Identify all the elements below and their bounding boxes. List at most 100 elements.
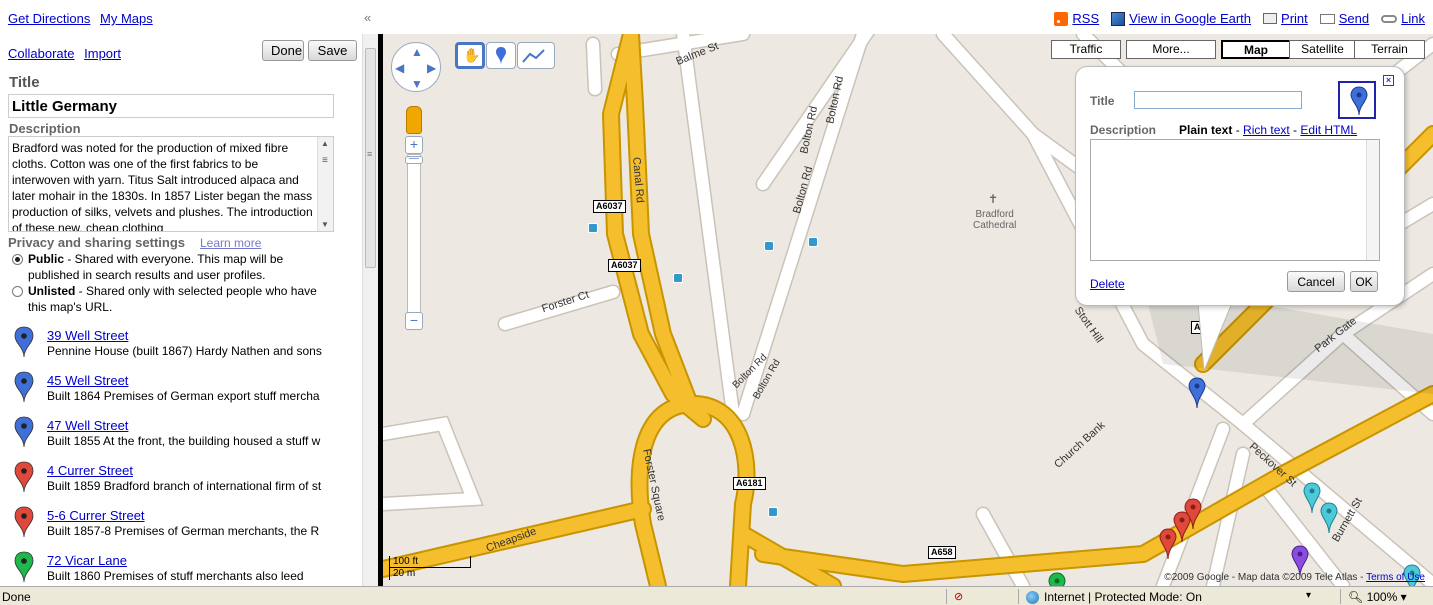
map-type-terrain-button[interactable]: Terrain: [1354, 40, 1425, 59]
edit-html-link[interactable]: Edit HTML: [1300, 123, 1357, 137]
collaborate-link[interactable]: Collaborate: [8, 46, 75, 61]
delete-link[interactable]: Delete: [1090, 277, 1125, 291]
google-earth-item[interactable]: View in Google Earth: [1111, 11, 1251, 26]
zoom-slider-thumb[interactable]: —: [405, 154, 423, 164]
placemark-description: Built 1855 At the front, the building ho…: [47, 434, 321, 448]
unlisted-option[interactable]: Unlisted - Shared only with selected peo…: [12, 283, 332, 315]
pan-left-icon[interactable]: ◀: [395, 61, 404, 75]
print-item[interactable]: Print: [1263, 11, 1308, 26]
collapse-panel-icon[interactable]: «: [364, 10, 378, 26]
traffic-button[interactable]: Traffic: [1051, 40, 1121, 59]
map-pin-cyan[interactable]: [1303, 482, 1321, 514]
placemark-name-link[interactable]: 5-6 Currer Street: [47, 508, 145, 523]
view-in-google-earth-link[interactable]: View in Google Earth: [1129, 11, 1251, 26]
public-option[interactable]: Public - Shared with everyone. This map …: [12, 251, 332, 283]
top-left-links: Get Directions My Maps: [8, 11, 159, 26]
road-shield-a6181: A6181: [733, 477, 766, 490]
print-link[interactable]: Print: [1281, 11, 1308, 26]
line-tool-button[interactable]: [517, 42, 555, 69]
unlisted-radio[interactable]: [12, 286, 23, 297]
placemark-tool-button[interactable]: [486, 42, 516, 69]
bus-stop-icon[interactable]: [768, 507, 778, 517]
placemark-name-link[interactable]: 4 Currer Street: [47, 463, 133, 478]
public-title: Public: [28, 252, 65, 266]
printer-icon: [1263, 13, 1278, 24]
more-button[interactable]: More...: [1126, 40, 1216, 59]
placemark-icon: [496, 47, 506, 65]
protected-mode-dropdown-icon[interactable]: ▾: [1306, 590, 1311, 601]
bus-stop-icon[interactable]: [764, 241, 774, 251]
placemark-description: Built 1860 Premises of stuff merchants a…: [47, 569, 304, 583]
get-directions-link[interactable]: Get Directions: [8, 11, 90, 26]
popup-title-input[interactable]: [1134, 91, 1302, 109]
map-description-textarea[interactable]: Bradford was noted for the production of…: [8, 136, 334, 232]
done-button[interactable]: Done: [262, 40, 304, 61]
collab-row: Collaborate Import: [8, 46, 127, 61]
rss-link[interactable]: RSS: [1072, 11, 1099, 26]
popup-description-label: Description: [1090, 123, 1157, 137]
bus-stop-icon[interactable]: [673, 273, 683, 283]
placemark-name-link[interactable]: 72 Vicar Lane: [47, 553, 127, 568]
placemark-list-item[interactable]: 72 Vicar Lane Built 1860 Premises of stuf…: [10, 549, 345, 586]
map-title-input[interactable]: [8, 94, 334, 118]
close-icon[interactable]: ×: [1383, 75, 1394, 86]
map-title-label: Title: [9, 74, 40, 91]
panel-scrollbar[interactable]: [362, 34, 378, 586]
bus-stop-icon[interactable]: [808, 237, 818, 247]
street-view-pegman-icon[interactable]: [406, 106, 422, 134]
panel-scroll-thumb[interactable]: [365, 48, 376, 268]
placemark-name-link[interactable]: 39 Well Street: [47, 328, 128, 343]
popup-blocked-icon[interactable]: ⊘: [954, 590, 963, 603]
save-button[interactable]: Save: [308, 40, 357, 61]
zoom-level[interactable]: 🔍︎ 100% ▾: [1348, 590, 1407, 604]
link-item[interactable]: Link: [1381, 11, 1425, 26]
scroll-up-icon[interactable]: ▲: [321, 139, 329, 148]
globe-icon: [1026, 590, 1039, 604]
map-pin-cyan[interactable]: [1320, 502, 1338, 534]
security-zone[interactable]: Internet | Protected Mode: On: [1026, 590, 1202, 604]
placemark-name-link[interactable]: 47 Well Street: [47, 418, 128, 433]
bus-stop-icon[interactable]: [588, 223, 598, 233]
scroll-down-icon[interactable]: ▼: [321, 220, 329, 229]
hand-tool-button[interactable]: ✋: [455, 42, 485, 69]
placemark-list-item[interactable]: 39 Well Street Pennine House (built 1867)…: [10, 324, 345, 368]
placemark-list-item[interactable]: 47 Well Street Built 1855 At the front, t…: [10, 414, 345, 458]
map-pin-red[interactable]: [1159, 528, 1177, 560]
placemark-list-item[interactable]: 4 Currer Street Built 1859 Bradford branc…: [10, 459, 345, 503]
security-zone-text: Internet | Protected Mode: On: [1044, 590, 1202, 604]
popup-description-textarea[interactable]: [1090, 139, 1380, 261]
pan-control[interactable]: ▲ ▼ ◀ ▶: [391, 42, 441, 92]
map-type-map-button[interactable]: Map: [1221, 40, 1291, 59]
zoom-out-icon[interactable]: −: [405, 312, 423, 330]
description-scrollbar[interactable]: ▲ ≡ ▼: [317, 137, 333, 231]
zoom-in-icon[interactable]: +: [405, 136, 423, 154]
public-radio[interactable]: [12, 254, 23, 265]
placemark-list-item[interactable]: 45 Well Street Built 1864 Premises of Ger…: [10, 369, 345, 413]
placemark-icon-picker[interactable]: [1338, 81, 1376, 119]
my-maps-link[interactable]: My Maps: [100, 11, 153, 26]
terms-of-use-link[interactable]: Terms of Use: [1366, 572, 1425, 583]
map-pin-green[interactable]: [1048, 572, 1066, 586]
ok-button[interactable]: OK: [1350, 271, 1378, 292]
placemark-list-item[interactable]: 5-6 Currer Street Built 1857-8 Premises o…: [10, 504, 345, 548]
rss-item[interactable]: RSS: [1054, 11, 1099, 26]
send-item[interactable]: Send: [1319, 11, 1369, 26]
pan-down-icon[interactable]: ▼: [411, 77, 423, 91]
map-pin-blue[interactable]: [1188, 377, 1206, 409]
pan-right-icon[interactable]: ▶: [427, 61, 436, 75]
link-link[interactable]: Link: [1401, 11, 1425, 26]
map-canvas[interactable]: Balme St Canal Rd Bolton Rd Bolton Rd Bo…: [383, 34, 1433, 586]
cancel-button[interactable]: Cancel: [1287, 271, 1345, 292]
learn-more-link[interactable]: Learn more: [200, 236, 261, 250]
status-separator: [1018, 589, 1019, 604]
scale-bar: 100 ft 20 m: [389, 556, 471, 580]
zoom-slider[interactable]: [407, 154, 421, 329]
scroll-thumb-icon[interactable]: ≡: [322, 155, 328, 166]
rich-text-link[interactable]: Rich text: [1243, 123, 1290, 137]
placemark-name-link[interactable]: 45 Well Street: [47, 373, 128, 388]
send-link[interactable]: Send: [1339, 11, 1369, 26]
map-type-satellite-button[interactable]: Satellite: [1289, 40, 1356, 59]
blue-placemark-icon: [1350, 86, 1368, 116]
import-link[interactable]: Import: [84, 46, 121, 61]
pan-up-icon[interactable]: ▲: [411, 45, 423, 59]
